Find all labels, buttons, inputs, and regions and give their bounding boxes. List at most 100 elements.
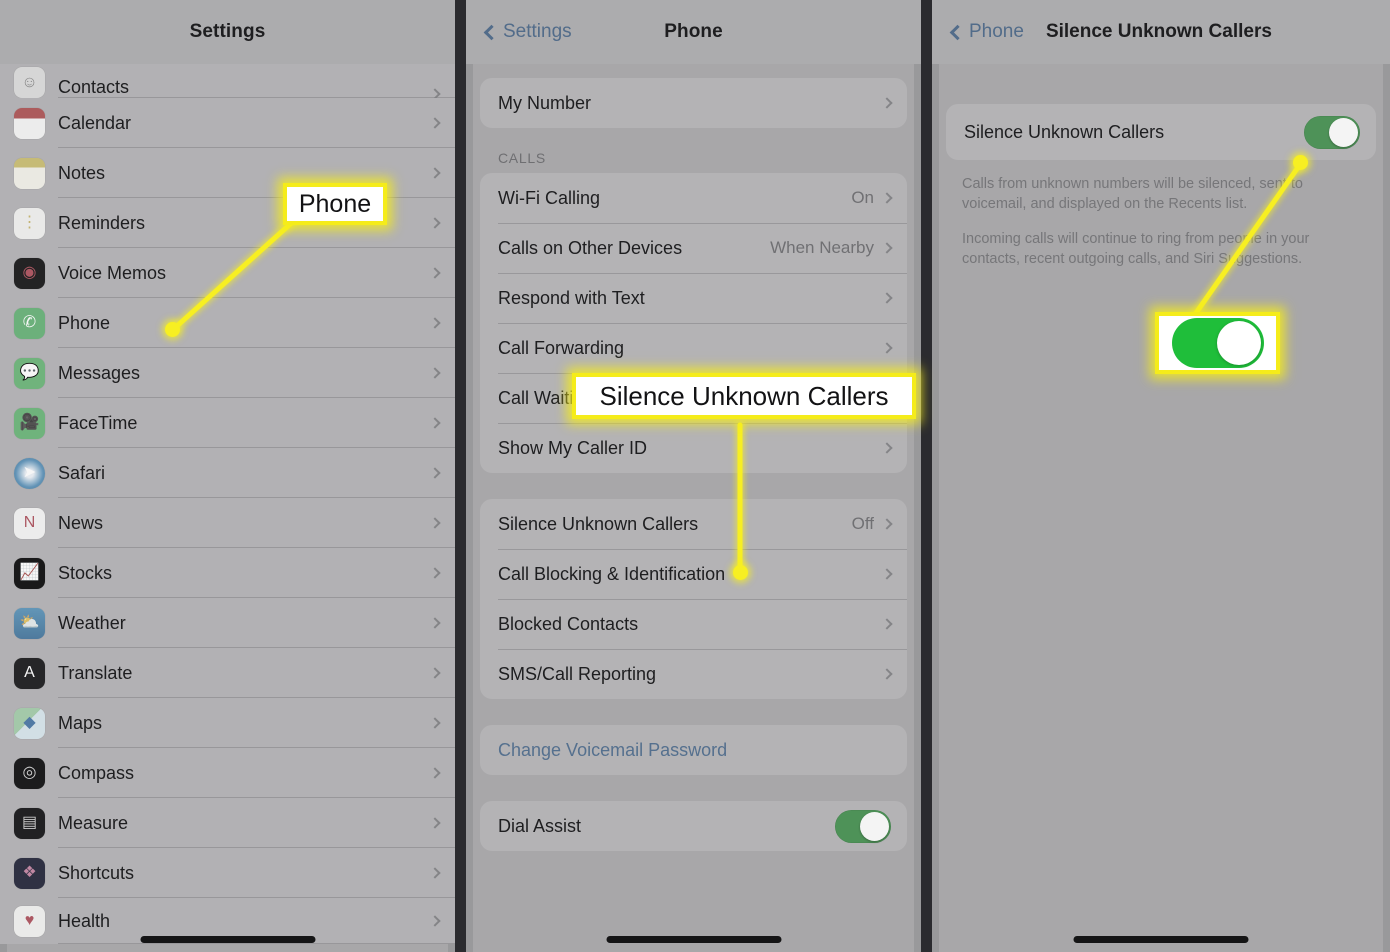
phone-settings-panel: Settings Phone My Number CALLS Wi-Fi Cal…: [466, 0, 921, 952]
reminders-app-icon: ⋮: [14, 207, 45, 239]
screenshot-root: Settings ☺ Contacts Calendar Notes ⋮ Reminder…: [0, 0, 1390, 952]
chevron-left-icon: [483, 24, 500, 40]
row-value: On: [851, 188, 874, 207]
sidebar-item-label: Safari: [58, 462, 106, 483]
chevron-right-icon: [429, 117, 441, 129]
silence-unknown-callers-toggle[interactable]: [1304, 115, 1360, 149]
row-show-my-caller-id[interactable]: Show My Caller ID: [480, 423, 907, 473]
calls-section-header: CALLS: [498, 150, 546, 166]
voice-memos-app-icon: ◉: [14, 257, 45, 289]
sidebar-item-facetime[interactable]: 🎥 FaceTime: [0, 398, 455, 448]
chevron-right-icon: [429, 517, 441, 529]
voicemail-card: Change Voicemail Password: [480, 725, 907, 775]
sidebar-item-news[interactable]: N News: [0, 498, 455, 548]
chevron-right-icon: [429, 867, 441, 879]
row-label: Change Voicemail Password: [498, 739, 728, 760]
sidebar-item-contacts[interactable]: ☺ Contacts: [0, 64, 455, 100]
sidebar-item-voice-memos[interactable]: ◉ Voice Memos: [0, 248, 455, 298]
row-blocked-contacts[interactable]: Blocked Contacts: [480, 599, 907, 649]
notes-app-icon: [14, 157, 45, 189]
row-silence-unknown-callers[interactable]: Silence Unknown Callers: [946, 104, 1376, 160]
row-call-forwarding[interactable]: Call Forwarding: [480, 323, 907, 373]
row-label: Call Waiting: [498, 387, 594, 408]
chevron-right-icon: [429, 367, 441, 379]
sidebar-item-label: Reminders: [58, 212, 146, 233]
contacts-app-icon: ☺: [14, 67, 45, 98]
sidebar-item-label: Stocks: [58, 562, 113, 583]
settings-list-scroll[interactable]: ☺ Contacts Calendar Notes ⋮ Reminders ◉ Voice M…: [0, 64, 455, 952]
sidebar-item-weather[interactable]: ⛅ Weather: [0, 598, 455, 648]
phone-list-scroll[interactable]: My Number CALLS Wi-Fi Calling On Calls on …: [466, 64, 921, 952]
panel-divider-2: [921, 0, 932, 952]
row-label: Call Blocking & Identification: [498, 563, 726, 584]
chevron-right-icon: [429, 915, 441, 927]
sidebar-item-phone[interactable]: ✆ Phone: [0, 298, 455, 348]
row-label: Show My Caller ID: [498, 437, 648, 458]
settings-list: ☺ Contacts Calendar Notes ⋮ Reminders ◉ Voice M…: [0, 64, 455, 944]
sidebar-item-translate[interactable]: A Translate: [0, 648, 455, 698]
row-silence-unknown-callers[interactable]: Silence Unknown Callers Off: [480, 499, 907, 549]
silence-content-scroll: Silence Unknown Callers Calls from unkno…: [932, 64, 1390, 952]
translate-app-icon: A: [14, 657, 45, 689]
sidebar-item-label: Voice Memos: [58, 262, 167, 283]
phone-navbar: Settings Phone: [466, 0, 921, 64]
row-label: Calls on Other Devices: [498, 237, 683, 258]
row-wi-fi-calling[interactable]: Wi-Fi Calling On: [480, 173, 907, 223]
sidebar-item-reminders[interactable]: ⋮ Reminders: [0, 198, 455, 248]
row-label: Blocked Contacts: [498, 613, 639, 634]
chevron-right-icon: [429, 767, 441, 779]
call-blocking-card: Silence Unknown Callers Off Call Blocking …: [480, 499, 907, 699]
row-label: Wi-Fi Calling: [498, 187, 601, 208]
dial-assist-card: Dial Assist: [480, 801, 907, 851]
sidebar-item-shortcuts[interactable]: ❖ Shortcuts: [0, 848, 455, 898]
chevron-right-icon: [881, 618, 893, 630]
sidebar-item-safari[interactable]: ➤ Safari: [0, 448, 455, 498]
sidebar-item-label: Maps: [58, 712, 103, 733]
sidebar-item-label: Compass: [58, 762, 135, 783]
chevron-right-icon: [429, 317, 441, 329]
sidebar-item-messages[interactable]: 💬 Messages: [0, 348, 455, 398]
row-sms-call-reporting[interactable]: SMS/Call Reporting: [480, 649, 907, 699]
row-my-number[interactable]: My Number: [480, 78, 907, 128]
sidebar-item-label: Notes: [58, 162, 106, 183]
sidebar-item-stocks[interactable]: 📈 Stocks: [0, 548, 455, 598]
chevron-right-icon: [429, 567, 441, 579]
chevron-right-icon: [881, 568, 893, 580]
sidebar-item-label: Calendar: [58, 112, 132, 133]
toggle-knob: [860, 811, 889, 841]
facetime-app-icon: 🎥: [14, 407, 45, 439]
sidebar-item-calendar[interactable]: Calendar: [0, 98, 455, 148]
chevron-right-icon: [429, 167, 441, 179]
stocks-app-icon: 📈: [14, 557, 45, 589]
sidebar-item-notes[interactable]: Notes: [0, 148, 455, 198]
row-change-voicemail-password[interactable]: Change Voicemail Password: [480, 725, 907, 775]
row-respond-with-text[interactable]: Respond with Text: [480, 273, 907, 323]
compass-app-icon: ◎: [14, 757, 45, 789]
page-title: Settings: [189, 21, 266, 42]
silence-unknown-callers-panel: Phone Silence Unknown Callers Silence Un…: [932, 0, 1390, 952]
home-indicator: [1073, 936, 1249, 943]
row-call-blocking-identification[interactable]: Call Blocking & Identification: [480, 549, 907, 599]
silence-description: Calls from unknown numbers will be silen…: [932, 160, 1390, 269]
row-label: My Number: [498, 92, 592, 113]
chevron-right-icon: [429, 267, 441, 279]
chevron-right-icon: [429, 467, 441, 479]
silence-navbar: Phone Silence Unknown Callers: [932, 0, 1390, 64]
chevron-right-icon: [429, 717, 441, 729]
sidebar-item-compass[interactable]: ◎ Compass: [0, 748, 455, 798]
row-calls-on-other-devices[interactable]: Calls on Other Devices When Nearby: [480, 223, 907, 273]
safari-app-icon: ➤: [14, 457, 45, 489]
sidebar-item-label: Measure: [58, 812, 129, 833]
home-indicator: [140, 936, 315, 943]
sidebar-item-maps[interactable]: ◆ Maps: [0, 698, 455, 748]
back-to-settings-button[interactable]: Settings: [483, 21, 572, 43]
sidebar-item-measure[interactable]: ▤ Measure: [0, 798, 455, 848]
row-dial-assist[interactable]: Dial Assist: [480, 801, 907, 851]
back-to-phone-button[interactable]: Phone: [949, 21, 1024, 43]
row-call-waiting[interactable]: Call Waiting: [480, 373, 907, 423]
health-app-icon: ♥: [14, 905, 45, 937]
dial-assist-toggle[interactable]: [835, 809, 891, 843]
chevron-right-icon: [881, 292, 893, 304]
home-indicator: [606, 936, 781, 943]
